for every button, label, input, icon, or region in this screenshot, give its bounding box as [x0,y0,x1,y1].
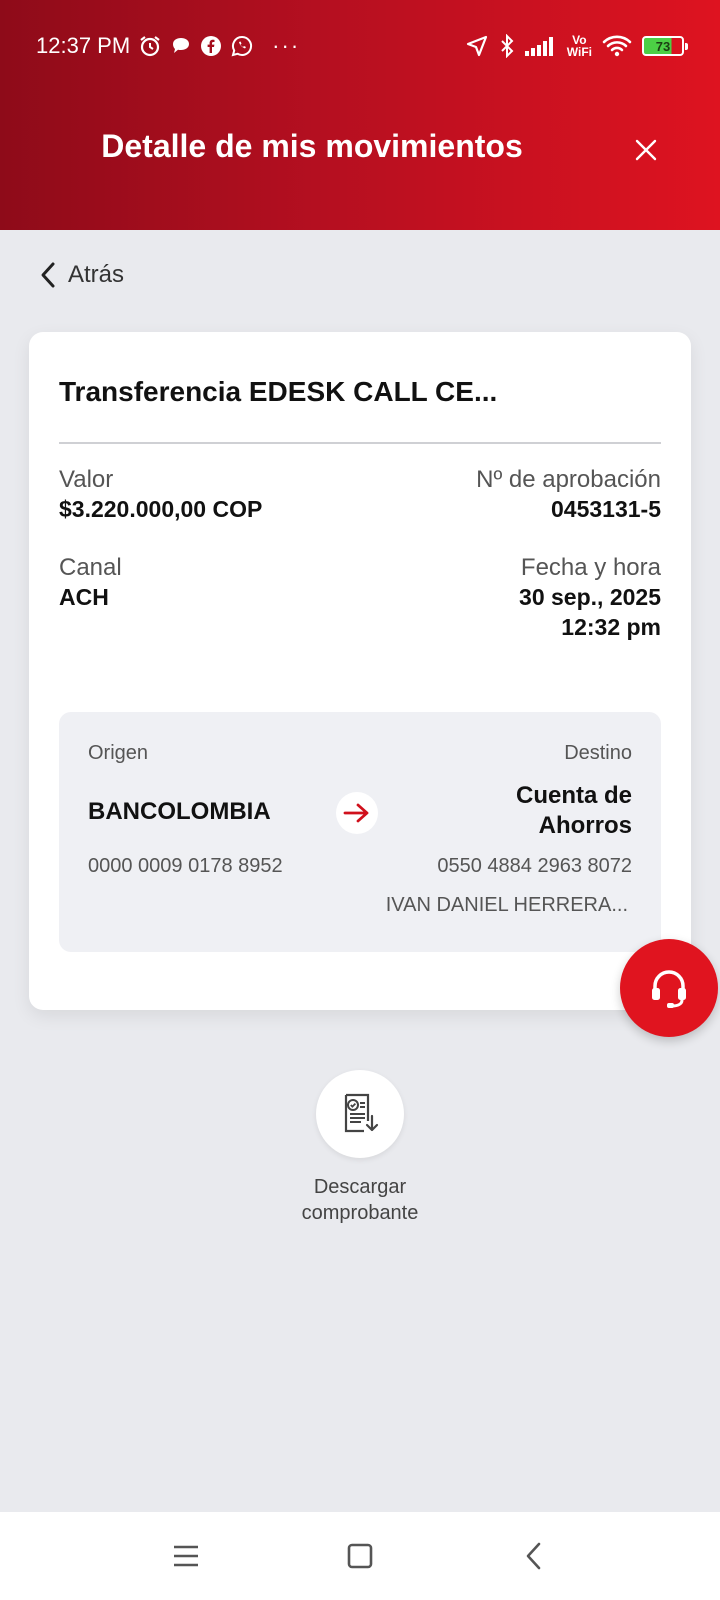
headset-icon [652,970,686,1008]
fecha-value: 30 sep., 2025 [519,584,661,610]
download-label-line1: Descargar [313,1176,407,1198]
aprobacion-value: 0453131-5 [551,496,661,522]
home-button[interactable] [338,1534,382,1578]
back-label: Atrás [68,261,125,288]
recent-apps-button[interactable] [164,1534,208,1578]
vowifi-bottom: WiFi [566,45,592,59]
vowifi-icon: Vo WiFi [567,34,592,58]
receipt-download-icon [344,1093,379,1133]
origen-bank: BANCOLOMBIA [88,798,271,825]
header: 12:37 PM ··· Vo WiFi 73 Detalle de mis m… [0,0,720,230]
movement-detail-card: Transferencia EDESK CALL CE... Valor $3.… [29,332,691,1010]
download-receipt-button[interactable]: Descargar comprobante [270,1070,450,1226]
location-arrow-icon [465,34,489,58]
status-bar: 12:37 PM ··· Vo WiFi 73 [0,24,720,68]
download-label-line2: comprobante [301,1202,419,1224]
wifi-icon [602,34,632,58]
divider [59,442,661,444]
destino-type-line2: Ahorros [538,812,632,839]
destino-account: 0550 4884 2963 8072 [437,855,632,877]
signal-icon [524,36,557,56]
origen-account: 0000 0009 0178 8952 [88,855,283,877]
arrow-right-icon [343,803,369,823]
square-icon [347,1543,373,1569]
more-notifications: ··· [272,33,301,58]
destino-holder: IVAN DANIEL HERRERA... [385,894,628,916]
valor-label: Valor [59,466,114,493]
chevron-left-icon [41,262,55,288]
status-time: 12:37 PM [36,33,131,58]
chevron-left-icon [526,1542,541,1570]
back-link[interactable]: Atrás [38,260,124,290]
movement-title: Transferencia EDESK CALL CE... [59,376,498,407]
destino-type-line1: Cuenta de [515,782,632,809]
close-button[interactable] [628,132,664,168]
alarm-icon [138,34,162,58]
destino-label: Destino [564,742,632,764]
whatsapp-icon [230,34,254,58]
facebook-icon [200,35,222,57]
support-button[interactable] [620,939,718,1037]
system-nav-bar [0,1512,720,1600]
download-label: Descargar comprobante [270,1174,450,1226]
close-icon [635,139,657,161]
chat-bubble-icon [170,35,192,57]
system-back-button[interactable] [512,1534,556,1578]
page-title: Detalle de mis movimientos [101,128,523,164]
hora-value: 12:32 pm [561,614,661,640]
origen-label: Origen [88,742,149,764]
battery-icon: 73 [642,36,688,56]
canal-value: ACH [59,584,109,610]
canal-label: Canal [59,554,122,581]
aprobacion-label: Nº de aprobación [476,466,661,493]
menu-lines-icon [174,1545,198,1567]
download-circle [316,1070,404,1158]
transfer-box: Origen Destino BANCOLOMBIA Cuenta de Aho… [59,712,661,952]
bluetooth-icon [499,34,515,58]
fecha-label: Fecha y hora [520,554,661,581]
valor-value: $3.220.000,00 COP [59,496,263,522]
arrow-circle [336,792,378,834]
